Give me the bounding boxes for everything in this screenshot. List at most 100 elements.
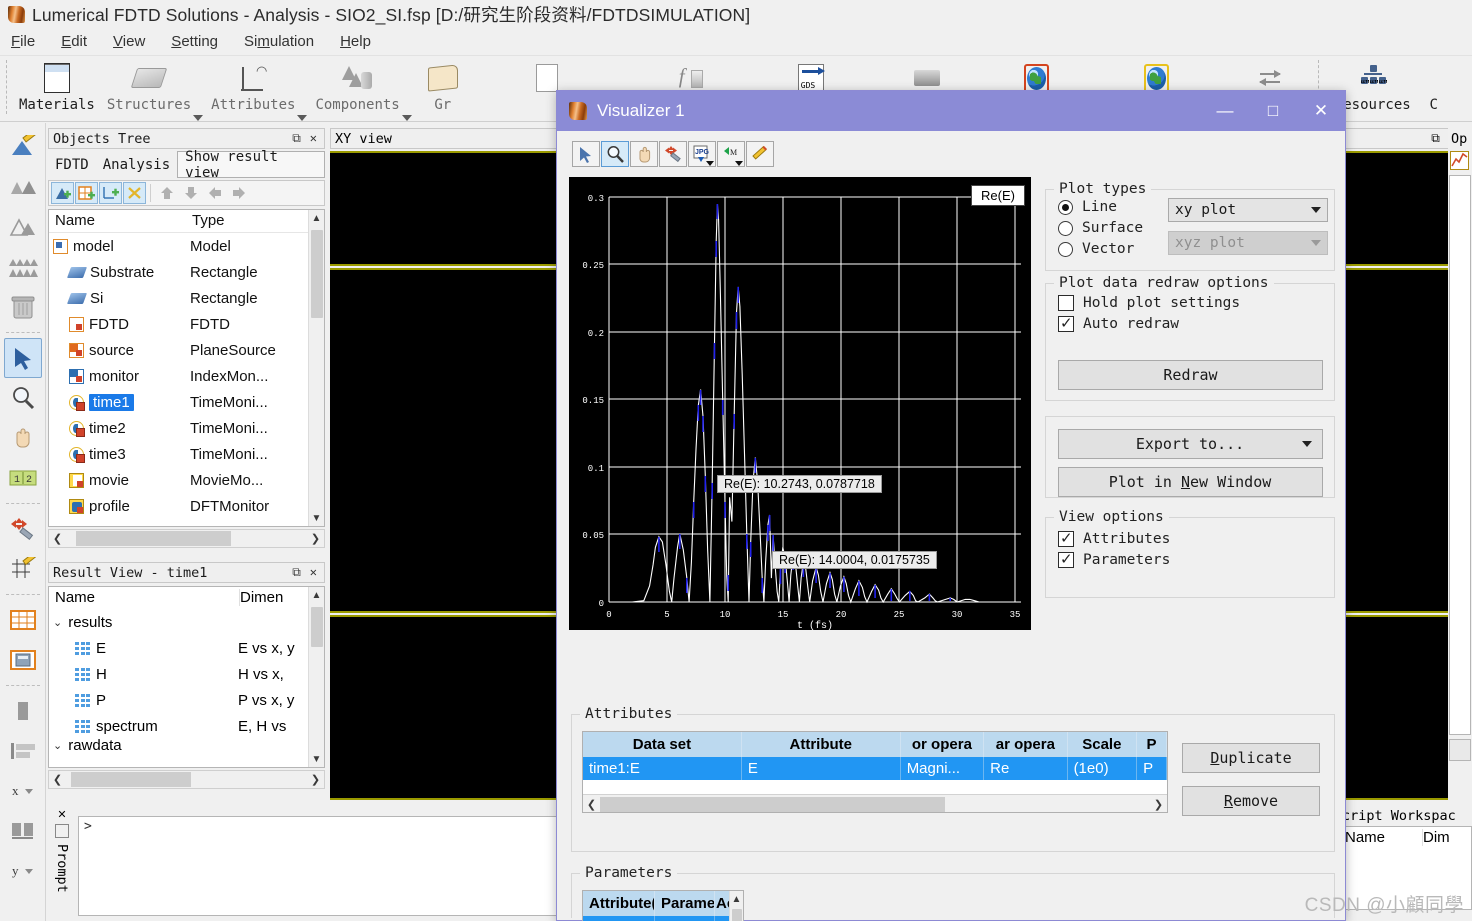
measure-ruler-icon[interactable]: 12 bbox=[4, 458, 42, 498]
scroll-down-icon[interactable]: ▼ bbox=[309, 510, 324, 526]
add-analysis-icon[interactable] bbox=[123, 182, 146, 204]
add-monitor-icon[interactable] bbox=[99, 182, 122, 204]
zoom-tool-icon[interactable] bbox=[601, 141, 629, 167]
table-row-selected[interactable]: time1:E E Magni... Re (1e0) P bbox=[583, 757, 1167, 780]
radio-vector[interactable] bbox=[1058, 241, 1073, 257]
marker-dropdown-arrow-icon[interactable] bbox=[735, 161, 743, 166]
table-row-selected[interactable]: time1 TimeMoni... bbox=[49, 389, 324, 415]
pan-tool-icon[interactable] bbox=[630, 141, 658, 167]
two-mountains-icon[interactable] bbox=[4, 167, 42, 207]
prompt-close-icon[interactable]: ✕ bbox=[48, 806, 76, 821]
table-row[interactable]: movie MovieMo... bbox=[49, 467, 324, 493]
duplicate-button[interactable]: Duplicate bbox=[1182, 743, 1320, 773]
result-view-close-icon[interactable]: ✕ bbox=[310, 565, 317, 580]
scroll-up-icon[interactable]: ▲ bbox=[730, 891, 743, 907]
scroll-thumb[interactable] bbox=[732, 909, 742, 921]
components-dropdown-arrow-icon[interactable] bbox=[401, 115, 412, 121]
optimization-list[interactable] bbox=[1449, 175, 1471, 735]
tab-show-result-view[interactable]: Show result view bbox=[177, 149, 325, 181]
plot-in-new-window-button[interactable]: Plot in New Window bbox=[1057, 467, 1323, 497]
scroll-thumb[interactable] bbox=[600, 796, 945, 812]
table-row[interactable]: FDTD FDTD bbox=[49, 311, 324, 337]
grid-edit-icon[interactable] bbox=[4, 549, 42, 589]
table-row[interactable]: source PlaneSource bbox=[49, 337, 324, 363]
list-item[interactable]: ⌄ rawdata bbox=[49, 739, 324, 751]
objects-tree-float-icon[interactable]: ⧉ bbox=[292, 131, 301, 146]
redraw-button[interactable]: Redraw bbox=[1058, 360, 1323, 390]
move-down-icon[interactable] bbox=[179, 182, 202, 204]
optimization-button[interactable] bbox=[1449, 739, 1471, 761]
edit-triangle-icon[interactable] bbox=[4, 127, 42, 167]
mountain-icon[interactable] bbox=[4, 207, 42, 247]
move-up-icon[interactable] bbox=[155, 182, 178, 204]
scroll-up-icon[interactable]: ▲ bbox=[309, 210, 324, 226]
move-left-icon[interactable] bbox=[203, 182, 226, 204]
close-button[interactable]: ✕ bbox=[1297, 91, 1345, 131]
scroll-thumb[interactable] bbox=[76, 531, 231, 546]
ribbon-components-button[interactable]: Components bbox=[309, 56, 405, 120]
list-item[interactable]: H H vs x, bbox=[49, 661, 324, 687]
list-item[interactable]: spectrum E, H vs bbox=[49, 713, 324, 739]
list-item[interactable]: E E vs x, y bbox=[49, 635, 324, 661]
menu-view[interactable]: View bbox=[110, 32, 148, 51]
jpg-export-icon[interactable]: JPG bbox=[688, 141, 716, 167]
plot-tooltip-2[interactable]: Re(E): 14.0004, 0.0175735 bbox=[772, 551, 937, 569]
scroll-up-icon[interactable]: ▲ bbox=[309, 587, 324, 603]
table-row[interactable]: monitor IndexMon... bbox=[49, 363, 324, 389]
expander-open-icon[interactable]: ⌄ bbox=[53, 739, 62, 752]
ribbon-materials-button[interactable]: Materials bbox=[13, 56, 101, 120]
checkbox-auto-redraw[interactable] bbox=[1058, 314, 1074, 332]
trash-icon[interactable] bbox=[4, 287, 42, 327]
table-row[interactable]: Si Rectangle bbox=[49, 285, 324, 311]
objects-tree-close-icon[interactable]: ✕ bbox=[310, 131, 317, 146]
plot-canvas[interactable]: 0.3 0.25 0.2 0.15 0.1 0.05 0 0 5 10 15 2… bbox=[569, 177, 1031, 630]
scroll-thumb[interactable] bbox=[311, 607, 323, 647]
add-mesh-icon[interactable] bbox=[75, 182, 98, 204]
checkbox-parameters[interactable] bbox=[1058, 550, 1074, 568]
scroll-thumb[interactable] bbox=[311, 230, 323, 318]
plot-legend[interactable]: Re(E) bbox=[971, 185, 1025, 206]
line-plot-combo[interactable]: xy plot bbox=[1168, 198, 1328, 222]
attributes-dropdown-arrow-icon[interactable] bbox=[297, 115, 308, 121]
expander-open-icon[interactable]: ⌄ bbox=[53, 616, 62, 629]
scroll-left-icon[interactable]: ❮ bbox=[49, 773, 66, 786]
scroll-down-icon[interactable]: ▼ bbox=[309, 751, 324, 767]
table-row-selected[interactable]: time1:E (E) x Slid bbox=[583, 916, 743, 921]
parameters-vertical-scrollbar[interactable]: ▲ bbox=[729, 891, 743, 921]
crosshair-tool-icon[interactable] bbox=[659, 141, 687, 167]
y-axis-icon[interactable]: y bbox=[4, 851, 42, 891]
table-row[interactable]: time2 TimeMoni... bbox=[49, 415, 324, 441]
scroll-left-icon[interactable]: ❮ bbox=[583, 798, 600, 811]
radio-surface[interactable] bbox=[1058, 220, 1073, 236]
xy-view-float-icon[interactable]: ⧉ bbox=[1431, 131, 1440, 146]
x-axis-icon[interactable]: x bbox=[4, 771, 42, 811]
marker-tool-icon[interactable]: M bbox=[717, 141, 745, 167]
add-structure-icon[interactable] bbox=[51, 182, 74, 204]
result-view-float-icon[interactable]: ⧉ bbox=[292, 565, 301, 580]
optimization-chart-icon[interactable] bbox=[1450, 151, 1469, 170]
layout-single-icon[interactable] bbox=[4, 691, 42, 731]
scroll-right-icon[interactable]: ❯ bbox=[307, 532, 324, 545]
ribbon-check-button[interactable]: C bbox=[1421, 56, 1447, 120]
visualizer-titlebar[interactable]: Visualizer 1 — □ ✕ bbox=[557, 91, 1345, 131]
list-item[interactable]: P P vs x, y bbox=[49, 687, 324, 713]
table-row[interactable]: Substrate Rectangle bbox=[49, 259, 324, 285]
calculator-table-icon[interactable] bbox=[4, 640, 42, 680]
prompt-float-icon[interactable] bbox=[55, 824, 69, 838]
attributes-horizontal-scrollbar[interactable]: ❮ ❯ bbox=[583, 794, 1167, 812]
auto-redraw-row[interactable]: Auto redraw bbox=[1058, 314, 1334, 332]
minimize-button[interactable]: — bbox=[1201, 91, 1249, 131]
tab-analysis[interactable]: Analysis bbox=[95, 151, 178, 178]
ribbon-attributes-button[interactable]: ◠ Attributes bbox=[205, 56, 301, 120]
scroll-left-icon[interactable]: ❮ bbox=[49, 532, 66, 545]
menu-simulation[interactable]: Simulation bbox=[241, 32, 317, 51]
table-row[interactable]: profile DFTMonitor bbox=[49, 493, 324, 519]
select-arrow-icon[interactable] bbox=[3, 338, 42, 378]
plot-type-surface-row[interactable]: Surface xyz plot bbox=[1058, 220, 1334, 255]
scroll-right-icon[interactable]: ❯ bbox=[307, 773, 324, 786]
menu-edit[interactable]: Edit bbox=[58, 32, 90, 51]
menu-file[interactable]: File bbox=[8, 32, 38, 51]
menu-setting[interactable]: Setting bbox=[168, 32, 221, 51]
ribbon-groups-button[interactable]: Gr bbox=[414, 56, 472, 120]
table-row[interactable]: time3 TimeMoni... bbox=[49, 441, 324, 467]
